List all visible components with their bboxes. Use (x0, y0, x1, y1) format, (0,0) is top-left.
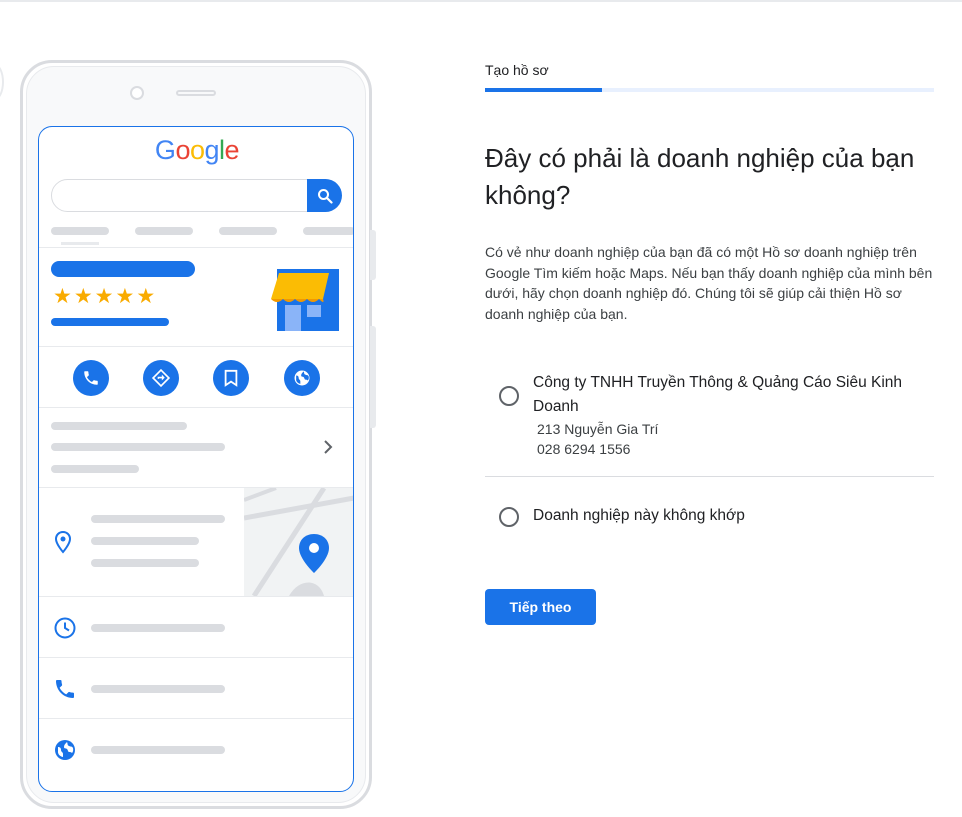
google-logo: Google (39, 135, 353, 166)
google-logo-letter: g (204, 135, 220, 165)
phone-icon (73, 360, 109, 396)
bookmark-icon (213, 360, 249, 396)
phone-side-button (370, 230, 376, 280)
placeholder-line (303, 227, 353, 235)
placeholder-line (135, 227, 193, 235)
chevron-right-icon (324, 440, 333, 454)
divider (39, 596, 353, 597)
google-logo-letter: e (224, 135, 240, 165)
star-icon: ★ (94, 285, 114, 308)
business-option-radio[interactable] (499, 386, 519, 406)
google-logo-letter: G (154, 135, 176, 165)
location-pin-icon (54, 530, 72, 554)
globe-icon (284, 360, 320, 396)
step-title: Tạo hồ sơ (485, 62, 549, 78)
placeholder-line (91, 624, 225, 632)
divider (39, 407, 353, 408)
placeholder-line (91, 746, 225, 754)
star-icon: ★ (136, 285, 156, 308)
rating-stars: ★ ★ ★ ★ ★ (53, 285, 156, 308)
divider (39, 346, 353, 347)
phone-icon (56, 680, 74, 698)
page-heading: Đây có phải là doanh nghiệp của bạn khôn… (485, 143, 915, 210)
no-match-option-radio[interactable] (499, 507, 519, 527)
divider (39, 247, 353, 248)
progress-bar-fill (485, 88, 602, 92)
placeholder-line (219, 227, 277, 235)
top-border (0, 0, 962, 2)
search-icon (307, 179, 342, 212)
placeholder-line (51, 227, 109, 235)
google-logo-letter: o (175, 135, 190, 165)
google-logo-letter: o (189, 135, 205, 165)
business-option-address: 213 Nguyễn Gia Trí (537, 421, 659, 437)
phone-screen: Google ★ ★ ★ ★ ★ (38, 126, 354, 792)
mini-map (244, 488, 353, 596)
placeholder-line (91, 515, 225, 523)
placeholder-line (91, 537, 199, 545)
mock-search-bar (51, 179, 341, 212)
business-name-placeholder (51, 261, 195, 277)
progress-bar (485, 88, 934, 92)
business-detail-placeholder (51, 318, 169, 326)
business-option-name[interactable]: Công ty TNHH Truyền Thông & Quảng Cáo Si… (533, 371, 928, 419)
next-button[interactable]: Tiếp theo (485, 589, 596, 625)
directions-icon (143, 360, 179, 396)
placeholder-line (51, 465, 139, 473)
star-icon: ★ (73, 285, 93, 308)
storefront-icon (271, 269, 339, 331)
divider (39, 718, 353, 719)
divider (39, 657, 353, 658)
option-divider (485, 476, 934, 477)
placeholder-line (51, 422, 187, 430)
globe-icon (55, 740, 75, 760)
star-icon: ★ (115, 285, 135, 308)
placeholder-line (51, 443, 225, 451)
business-option-phone: 028 6294 1556 (537, 441, 631, 457)
no-match-option-label[interactable]: Doanh nghiệp này không khớp (533, 504, 745, 528)
phone-volume-button (370, 326, 376, 428)
placeholder-line (91, 559, 199, 567)
star-icon: ★ (53, 285, 72, 308)
phone-speaker (176, 90, 216, 96)
phone-camera (130, 86, 144, 100)
clock-icon (54, 617, 76, 639)
edge-decoration (0, 64, 4, 100)
active-tab-underline (61, 242, 99, 245)
page-description: Có vẻ như doanh nghiệp của bạn đã có một… (485, 244, 933, 322)
placeholder-line (91, 685, 225, 693)
